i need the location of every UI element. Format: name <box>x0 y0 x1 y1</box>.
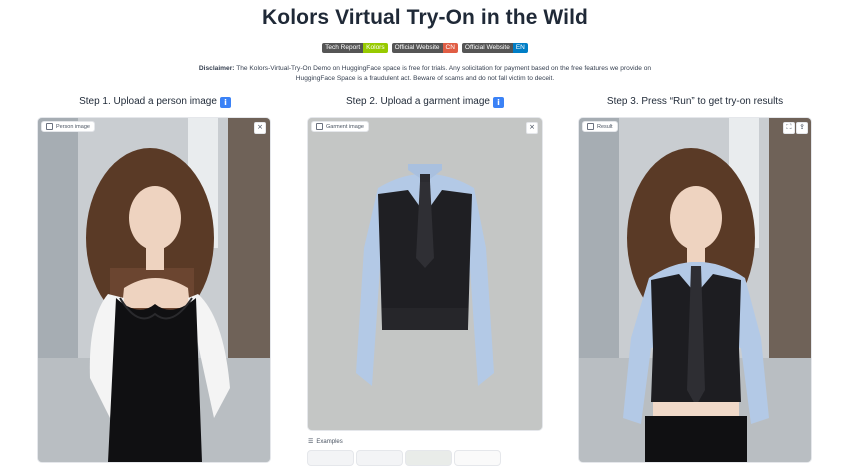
badge-label: Official Website <box>461 43 513 53</box>
person-image-label: Person image <box>41 121 95 132</box>
badge-label: Tech Report <box>322 43 364 53</box>
example-thumbnail[interactable] <box>307 450 354 466</box>
fullscreen-button[interactable]: ⛶ <box>783 122 795 134</box>
result-label: Result <box>582 121 618 132</box>
info-icon: i <box>492 97 504 108</box>
garment-image-label-text: Garment image <box>326 123 364 130</box>
example-thumbnail[interactable] <box>356 450 403 466</box>
step-2-label: Step 2. Upload a garment image <box>346 96 490 107</box>
step-3-heading: Step 3. Press “Run” to get try-on result… <box>575 96 815 107</box>
badge-website-cn[interactable]: Official Website CN <box>391 43 458 53</box>
result-panel: Result ⛶ ⇪ <box>578 117 812 463</box>
example-thumbnail[interactable] <box>405 450 452 466</box>
person-image-label-text: Person image <box>56 123 90 130</box>
badge-website-en[interactable]: Official Website EN <box>461 43 528 53</box>
garment-image-label: Garment image <box>311 121 369 132</box>
person-photo <box>38 118 270 462</box>
disclaimer-text: The Kolors-Virtual-Try-On Demo on Huggin… <box>236 65 652 82</box>
example-thumbnail[interactable] <box>454 450 501 466</box>
step-3-label: Step 3. Press “Run” to get try-on result… <box>606 96 784 107</box>
clear-garment-image-button[interactable]: × <box>526 122 538 134</box>
clear-person-image-button[interactable]: × <box>254 122 266 134</box>
page-title: Kolors Virtual Try-On in the Wild <box>262 6 588 29</box>
step-1-label: Step 1. Upload a person image <box>79 96 217 107</box>
examples-label-text: Examples <box>316 438 343 445</box>
step-1-heading: Step 1. Upload a person image i <box>35 96 275 108</box>
step-2-heading: Step 2. Upload a garment image i <box>305 96 545 108</box>
badge-label: Official Website <box>391 43 443 53</box>
info-icon: i <box>219 97 231 108</box>
disclaimer: Disclaimer: The Kolors-Virtual-Try-On De… <box>180 64 670 83</box>
examples-label: ☰ Examples <box>308 438 343 445</box>
disclaimer-label: Disclaimer: <box>198 65 235 72</box>
person-image-panel[interactable]: Person image × <box>37 117 271 463</box>
result-label-text: Result <box>597 123 613 130</box>
garment-image-panel[interactable]: Garment image × <box>307 117 543 431</box>
badge-value: EN <box>512 43 528 53</box>
badge-row: Tech Report Kolors Official Website CN O… <box>0 43 850 53</box>
image-icon <box>46 123 53 130</box>
share-button[interactable]: ⇪ <box>796 122 808 134</box>
result-photo <box>579 118 811 462</box>
image-icon <box>587 123 594 130</box>
badge-tech-report[interactable]: Tech Report Kolors <box>322 43 388 53</box>
list-icon: ☰ <box>308 438 314 445</box>
garment-photo <box>308 118 542 430</box>
badge-value: CN <box>442 43 458 53</box>
badge-value: Kolors <box>363 43 388 53</box>
image-icon <box>316 123 323 130</box>
